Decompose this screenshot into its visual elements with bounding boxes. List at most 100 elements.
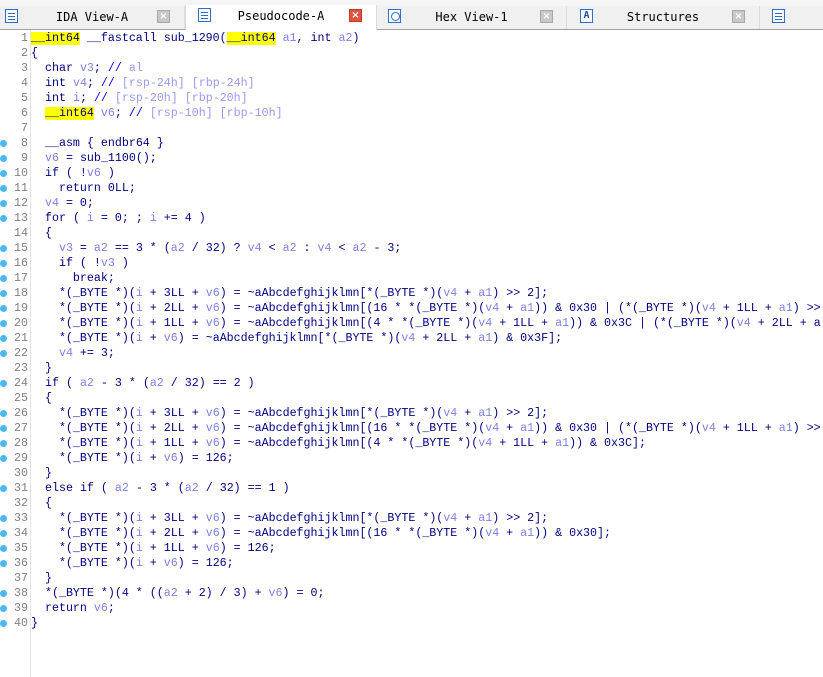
code-line[interactable]: }	[31, 571, 52, 586]
code-line[interactable]: *(_BYTE *)(i + 2LL + v6) = ~aAbcdefghijk…	[31, 301, 821, 316]
close-icon[interactable]: ×	[732, 10, 745, 23]
code-token: _BYTE	[72, 287, 108, 300]
code-token: +	[184, 317, 206, 330]
code-line[interactable]: *(_BYTE *)(i + v6) = 126;	[31, 451, 234, 466]
highlighted-token: __int64	[226, 32, 276, 45]
code-token: + 3	[142, 512, 171, 525]
line-number: 17	[14, 272, 28, 285]
code-token: _BYTE	[72, 527, 108, 540]
code-line[interactable]: return 0LL;	[31, 181, 136, 196]
code-token: {	[31, 227, 52, 240]
code-token: x30	[576, 422, 598, 435]
variable-token: v6	[205, 422, 220, 435]
code-line[interactable]: for ( i = 0; ; i += 4 )	[31, 211, 206, 226]
code-line[interactable]: {	[31, 226, 52, 241]
code-line[interactable]: break;	[31, 271, 115, 286]
code-token: int	[44, 77, 66, 90]
variable-token: i	[135, 542, 143, 555]
code-line[interactable]: {	[31, 46, 38, 61]
line-number: 14	[14, 227, 28, 240]
code-token: ];	[548, 332, 563, 345]
code-line[interactable]: *(_BYTE *)(i + 1LL + v6) = ~aAbcdefghijk…	[31, 436, 646, 451]
code-line[interactable]: {	[31, 391, 52, 406]
code-token: [(16 * *(	[359, 527, 423, 540]
code-token: =	[72, 242, 94, 255]
line-number: 33	[14, 512, 28, 525]
code-line[interactable]: {	[31, 496, 52, 511]
tab-enums[interactable]	[760, 6, 823, 29]
code-line[interactable]: __int64 v6; // [rsp-10h] [rbp-10h]	[31, 106, 283, 121]
code-token: *)(	[107, 287, 136, 300]
variable-token: v4	[443, 407, 458, 420]
variable-token: v6	[163, 557, 178, 570]
close-icon[interactable]: ×	[157, 10, 170, 23]
code-token: LL	[170, 527, 185, 540]
code-line[interactable]: }	[31, 466, 52, 481]
code-token: return	[58, 182, 101, 195]
code-line[interactable]: v3 = a2 == 3 * (a2 / 32) ? v4 < a2 : v4 …	[31, 241, 401, 256]
variable-token: a2	[149, 377, 164, 390]
code-line[interactable]: *(_BYTE *)(i + 3LL + v6) = ~aAbcdefghijk…	[31, 286, 548, 301]
close-icon[interactable]: ×	[349, 9, 362, 22]
line-number: 5	[21, 92, 28, 105]
code-line[interactable]: v4 += 3;	[31, 346, 115, 361]
code-line[interactable]: v4 = 0;	[31, 196, 94, 211]
code-token: )) & 0	[534, 527, 577, 540]
code-line[interactable]: *(_BYTE *)(i + v6) = ~aAbcdefghijklmn[*(…	[31, 331, 562, 346]
code-line[interactable]: int i; // [rsp-20h] [rbp-20h]	[31, 91, 248, 106]
code-line[interactable]: *(_BYTE *)(i + 3LL + v6) = ~aAbcdefghijk…	[31, 406, 548, 421]
code-token: / 32) == 2 )	[163, 377, 255, 390]
variable-token: i	[135, 527, 143, 540]
code-line[interactable]: if ( !v6 )	[31, 166, 115, 181]
code-line[interactable]: __asm { endbr64 }	[31, 136, 164, 151]
code-token: _BYTE	[338, 332, 374, 345]
code-token: +	[142, 332, 164, 345]
code-line[interactable]: *(_BYTE *)(i + 1LL + v6) = ~aAbcdefghijk…	[31, 316, 821, 331]
code-token: ( !	[72, 257, 101, 270]
code-line[interactable]: *(_BYTE *)(4 * ((a2 + 2) / 3) + v6) = 0;	[31, 586, 324, 601]
code-token: LL	[170, 437, 185, 450]
line-number: 16	[14, 257, 28, 270]
code-line[interactable]: *(_BYTE *)(i + 2LL + v6) = ~aAbcdefghijk…	[31, 526, 611, 541]
variable-token: a1	[478, 407, 493, 420]
code-line[interactable]: __int64 __fastcall sub_1290(__int64 a1, …	[31, 31, 359, 46]
code-token: _BYTE	[415, 317, 451, 330]
tab-label: Pseudocode-A	[237, 9, 325, 23]
code-token: ];	[631, 437, 646, 450]
code-line[interactable]: else if ( a2 - 3 * (a2 / 32) == 1 )	[31, 481, 290, 496]
code-line[interactable]: }	[31, 616, 38, 631]
code-line[interactable]: int v4; // [rsp-24h] [rbp-24h]	[31, 76, 255, 91]
variable-token: a1	[555, 437, 570, 450]
code-token: aAbcdefghijklmn	[254, 407, 360, 420]
code-line[interactable]: }	[31, 361, 52, 376]
tab-structures[interactable]: A Structures ×	[567, 6, 760, 29]
code-token: = 0;	[58, 197, 94, 210]
code-token: if	[44, 377, 59, 390]
tab-ida-view-a[interactable]: IDA View-A ×	[0, 6, 185, 29]
code-line[interactable]: char v3; // al	[31, 61, 143, 76]
code-line[interactable]: if ( !v3 )	[31, 256, 129, 271]
code-line[interactable]: v6 = sub_1100();	[31, 151, 157, 166]
code-line[interactable]: *(_BYTE *)(i + v6) = 126;	[31, 556, 234, 571]
code-line[interactable]: return v6;	[31, 601, 115, 616]
code-line[interactable]: if ( a2 - 3 * (a2 / 32) == 2 )	[31, 376, 255, 391]
code-token: LL	[170, 407, 185, 420]
tab-hex-view-1[interactable]: Hex View-1 ×	[377, 6, 567, 29]
tab-pseudocode-a[interactable]: Pseudocode-A ×	[185, 5, 377, 30]
code-line[interactable]: *(_BYTE *)(i + 1LL + v6) = 126;	[31, 541, 276, 556]
code-token: *)(	[107, 302, 136, 315]
code-line[interactable]: *(_BYTE *)(i + 2LL + v6) = ~aAbcdefghijk…	[31, 421, 821, 436]
variable-token: a2	[352, 242, 367, 255]
code-token: )) & 0	[569, 437, 612, 450]
code-line[interactable]: *(_BYTE *)(i + 3LL + v6) = ~aAbcdefghijk…	[31, 511, 548, 526]
code-token: +	[534, 317, 556, 330]
close-icon[interactable]: ×	[540, 10, 553, 23]
code-token: for	[44, 212, 66, 225]
code-token: ) = ~	[219, 302, 255, 315]
code-token: [*(	[359, 512, 381, 525]
code-token: LL	[170, 542, 185, 555]
